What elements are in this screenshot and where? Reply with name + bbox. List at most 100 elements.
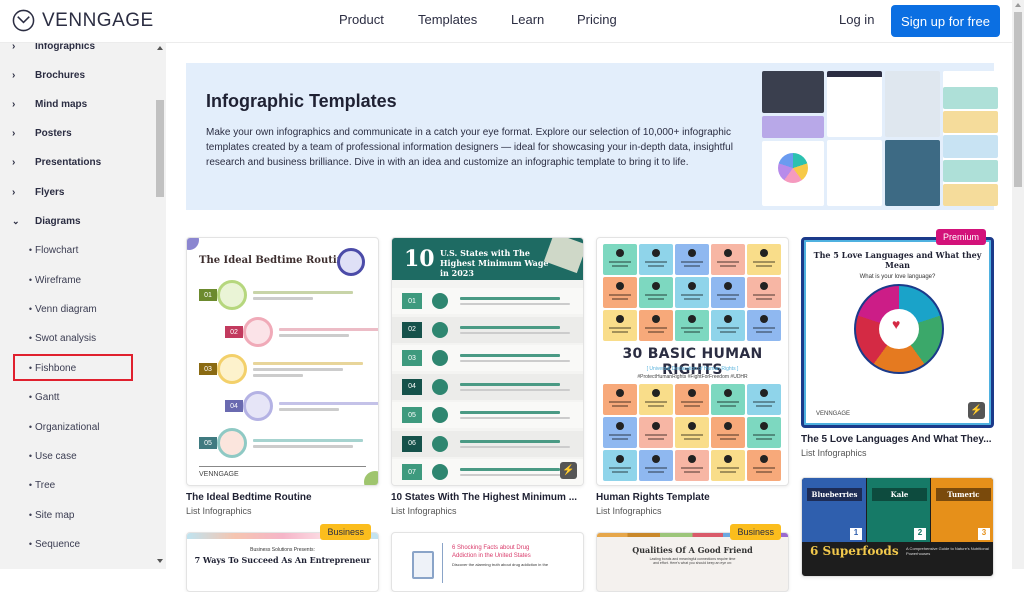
list-row-icon [432, 464, 448, 480]
rights-tile [747, 384, 781, 415]
sidebar-item-brochures[interactable]: › Brochures [0, 65, 150, 85]
template-thumbnail[interactable]: Qualities Of A Good Friend Lasting bonds… [596, 532, 789, 592]
template-title[interactable]: Human Rights Template [596, 492, 789, 503]
sidebar-item-diagrams[interactable]: ⌄ Diagrams [0, 211, 150, 231]
rights-tile [675, 310, 709, 341]
thumb-title: The Ideal Bedtime Routine [199, 255, 351, 266]
rights-tile [603, 244, 637, 275]
nav-templates[interactable]: Templates [418, 12, 511, 27]
step-number: 02 [225, 326, 243, 338]
template-card[interactable]: Premium The 5 Love Languages and What th… [801, 229, 994, 458]
template-card[interactable]: 10 U.S. States with The Highest Minimum … [391, 237, 584, 516]
template-category[interactable]: List Infographics [391, 506, 584, 516]
scroll-up-arrow-icon[interactable] [1015, 3, 1021, 7]
sidebar-item-infographics[interactable]: › Infographics [0, 43, 150, 56]
template-card[interactable]: Blueberries Kale Tumeric 1 2 3 6 Superfo… [801, 477, 994, 577]
template-thumbnail[interactable]: 30 BASIC HUMAN RIGHTS [ Universal Declar… [596, 237, 789, 486]
thumb-subtitle: What is your love language? [859, 274, 936, 280]
step-number: 03 [402, 350, 422, 366]
sidebar-subitem-label: Organizational [35, 421, 100, 433]
sidebar-subitem-label: Wireframe [35, 274, 82, 286]
venngage-logo[interactable]: VENNGAGE [12, 9, 154, 32]
template-title[interactable]: 10 States With The Highest Minimum ... [391, 492, 584, 503]
sidebar-item-mind-maps[interactable]: › Mind maps [0, 94, 150, 114]
rights-tile [639, 450, 673, 481]
chevron-right-icon: › [12, 43, 16, 52]
step-number: 06 [402, 435, 422, 452]
list-row: 06 [392, 430, 583, 457]
template-thumbnail[interactable]: Blueberries Kale Tumeric 1 2 3 6 Superfo… [801, 477, 994, 577]
thumb-title: 6 Shocking Facts about Drug Addiction in… [452, 545, 531, 559]
template-card[interactable]: Business Qualities Of A Good Friend Last… [596, 524, 789, 592]
magic-edit-icon[interactable]: ⚡ [560, 462, 577, 479]
template-card[interactable]: The Ideal Bedtime Routine 01 02 03 04 05… [186, 237, 379, 516]
sidebar-scrollbar[interactable] [155, 43, 164, 569]
template-category[interactable]: List Infographics [186, 506, 379, 516]
hero-description: Make your own infographics and communica… [206, 127, 733, 168]
template-thumbnail[interactable]: The Ideal Bedtime Routine 01 02 03 04 05… [186, 237, 379, 486]
rights-tile [711, 244, 745, 275]
template-thumbnail[interactable]: Business Solutions Presents: 7 Ways To S… [186, 532, 379, 592]
page-scrollbar-thumb[interactable] [1014, 12, 1022, 187]
chevron-right-icon: › [12, 186, 16, 198]
rights-tile [711, 417, 745, 448]
venngage-logo-icon [12, 9, 35, 32]
rights-tile [711, 277, 745, 308]
chevron-right-icon: › [12, 98, 16, 110]
rights-tile [747, 277, 781, 308]
nav-learn[interactable]: Learn [511, 12, 577, 27]
step-number: 04 [225, 400, 243, 412]
sidebar-subitem-label: Tree [35, 479, 56, 491]
sidebar-subitem-organizational[interactable]: • Organizational [0, 417, 150, 437]
sidebar-item-posters[interactable]: › Posters [0, 123, 150, 143]
bullet-icon: • [28, 480, 32, 490]
category-sidebar: › Infographics › Brochures › Mind maps › Pos… [0, 43, 166, 569]
signup-button[interactable]: Sign up for free [891, 5, 1000, 37]
sidebar-subitem-swot-analysis[interactable]: • Swot analysis [0, 328, 150, 348]
list-row: 02 [392, 316, 583, 343]
step-number: 01 [199, 289, 217, 301]
thumb-item: Kale [872, 488, 927, 501]
bullet-icon: • [28, 333, 32, 343]
template-card[interactable]: 6 Shocking Facts about Drug Addiction in… [391, 532, 584, 592]
sidebar-subitem-tree[interactable]: • Tree [0, 475, 150, 495]
template-title[interactable]: The Ideal Bedtime Routine [186, 492, 379, 503]
page-title: Infographic Templates [206, 91, 397, 111]
page-scrollbar[interactable] [1012, 0, 1024, 569]
sidebar-subitem-sequence[interactable]: • Sequence [0, 534, 150, 554]
sidebar-subitem-use-case[interactable]: • Use case [0, 446, 150, 466]
template-thumbnail[interactable]: The 5 Love Languages and What they Mean … [801, 237, 994, 428]
sidebar-item-label: Posters [35, 127, 72, 139]
sidebar-item-label: Presentations [35, 156, 102, 168]
rights-tile [711, 384, 745, 415]
template-title[interactable]: The 5 Love Languages And What They... [801, 434, 994, 445]
sidebar-subitem-wireframe[interactable]: • Wireframe [0, 270, 150, 290]
scroll-down-arrow-icon[interactable] [157, 559, 163, 563]
template-thumbnail[interactable]: 10 U.S. States with The Highest Minimum … [391, 237, 584, 486]
template-category[interactable]: List Infographics [596, 506, 789, 516]
list-row-icon [432, 321, 448, 338]
scroll-up-arrow-icon[interactable] [157, 46, 163, 50]
sidebar-scrollbar-thumb[interactable] [156, 100, 164, 197]
sidebar-subitem-flowchart[interactable]: • Flowchart [0, 240, 150, 260]
bullet-icon: • [28, 451, 32, 461]
template-category[interactable]: List Infographics [801, 448, 994, 458]
sidebar-subitem-venn-diagram[interactable]: • Venn diagram [0, 299, 150, 319]
template-card[interactable]: Business Business Solutions Presents: 7 … [186, 524, 379, 592]
rights-tile [603, 450, 637, 481]
template-thumbnail[interactable]: 6 Shocking Facts about Drug Addiction in… [391, 532, 584, 592]
sidebar-item-flyers[interactable]: › Flyers [0, 182, 150, 202]
magic-edit-icon[interactable]: ⚡ [968, 402, 985, 419]
step-number: 01 [402, 293, 422, 309]
sidebar-subitem-site-map[interactable]: • Site map [0, 505, 150, 525]
nav-product[interactable]: Product [339, 12, 418, 27]
chevron-right-icon: › [12, 69, 16, 81]
nav-pricing[interactable]: Pricing [577, 12, 617, 27]
bullet-icon: • [28, 510, 32, 520]
sidebar-subitem-gantt[interactable]: • Gantt [0, 387, 150, 407]
rights-tile [747, 310, 781, 341]
chevron-down-icon: ⌄ [12, 215, 20, 226]
login-link[interactable]: Log in [839, 12, 874, 27]
sidebar-item-presentations[interactable]: › Presentations [0, 152, 150, 172]
template-card[interactable]: 30 BASIC HUMAN RIGHTS [ Universal Declar… [596, 237, 789, 516]
